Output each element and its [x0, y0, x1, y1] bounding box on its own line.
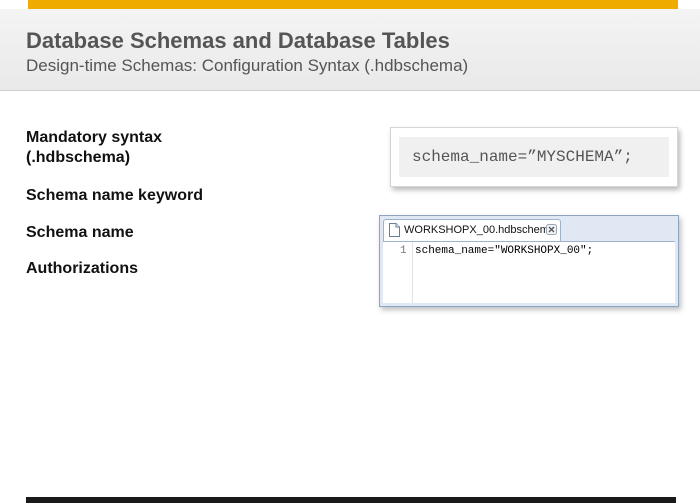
footer-bar	[26, 497, 676, 503]
header-divider	[0, 90, 700, 91]
label-schema-name-keyword: Schema name keyword	[26, 187, 203, 204]
label-authorizations: Authorizations	[26, 260, 138, 277]
code-line[interactable]: schema_name="WORKSHOPX_00";	[415, 245, 593, 257]
label-schema-name: Schema name	[26, 224, 134, 241]
label-mandatory-syntax: Mandatory syntax	[26, 129, 163, 146]
editor-tab[interactable]: WORKSHOPX_00.hdbschema	[383, 219, 561, 241]
editor-gutter: 1	[383, 242, 413, 303]
editor-code-area[interactable]: 1 schema_name="WORKSHOPX_00";	[383, 241, 675, 303]
editor-tab-label: WORKSHOPX_00.hdbschema	[404, 224, 556, 236]
syntax-example-box: schema_name=”MYSCHEMA”;	[390, 127, 678, 187]
line-number: 1	[400, 245, 407, 257]
page-title: Database Schemas and Database Tables	[26, 28, 450, 53]
file-icon	[389, 223, 400, 237]
accent-bar	[28, 0, 678, 9]
slide: Database Schemas and Database Tables Des…	[0, 0, 700, 503]
code-editor-window: WORKSHOPX_00.hdbschema 1 schema_name="WO…	[379, 215, 679, 307]
syntax-code: schema_name=”MYSCHEMA”;	[399, 137, 669, 177]
close-icon[interactable]	[546, 224, 557, 235]
page-subtitle: Design-time Schemas: Configuration Synta…	[26, 56, 469, 75]
label-mandatory-syntax-ext: (.hdbschema)	[26, 149, 131, 166]
